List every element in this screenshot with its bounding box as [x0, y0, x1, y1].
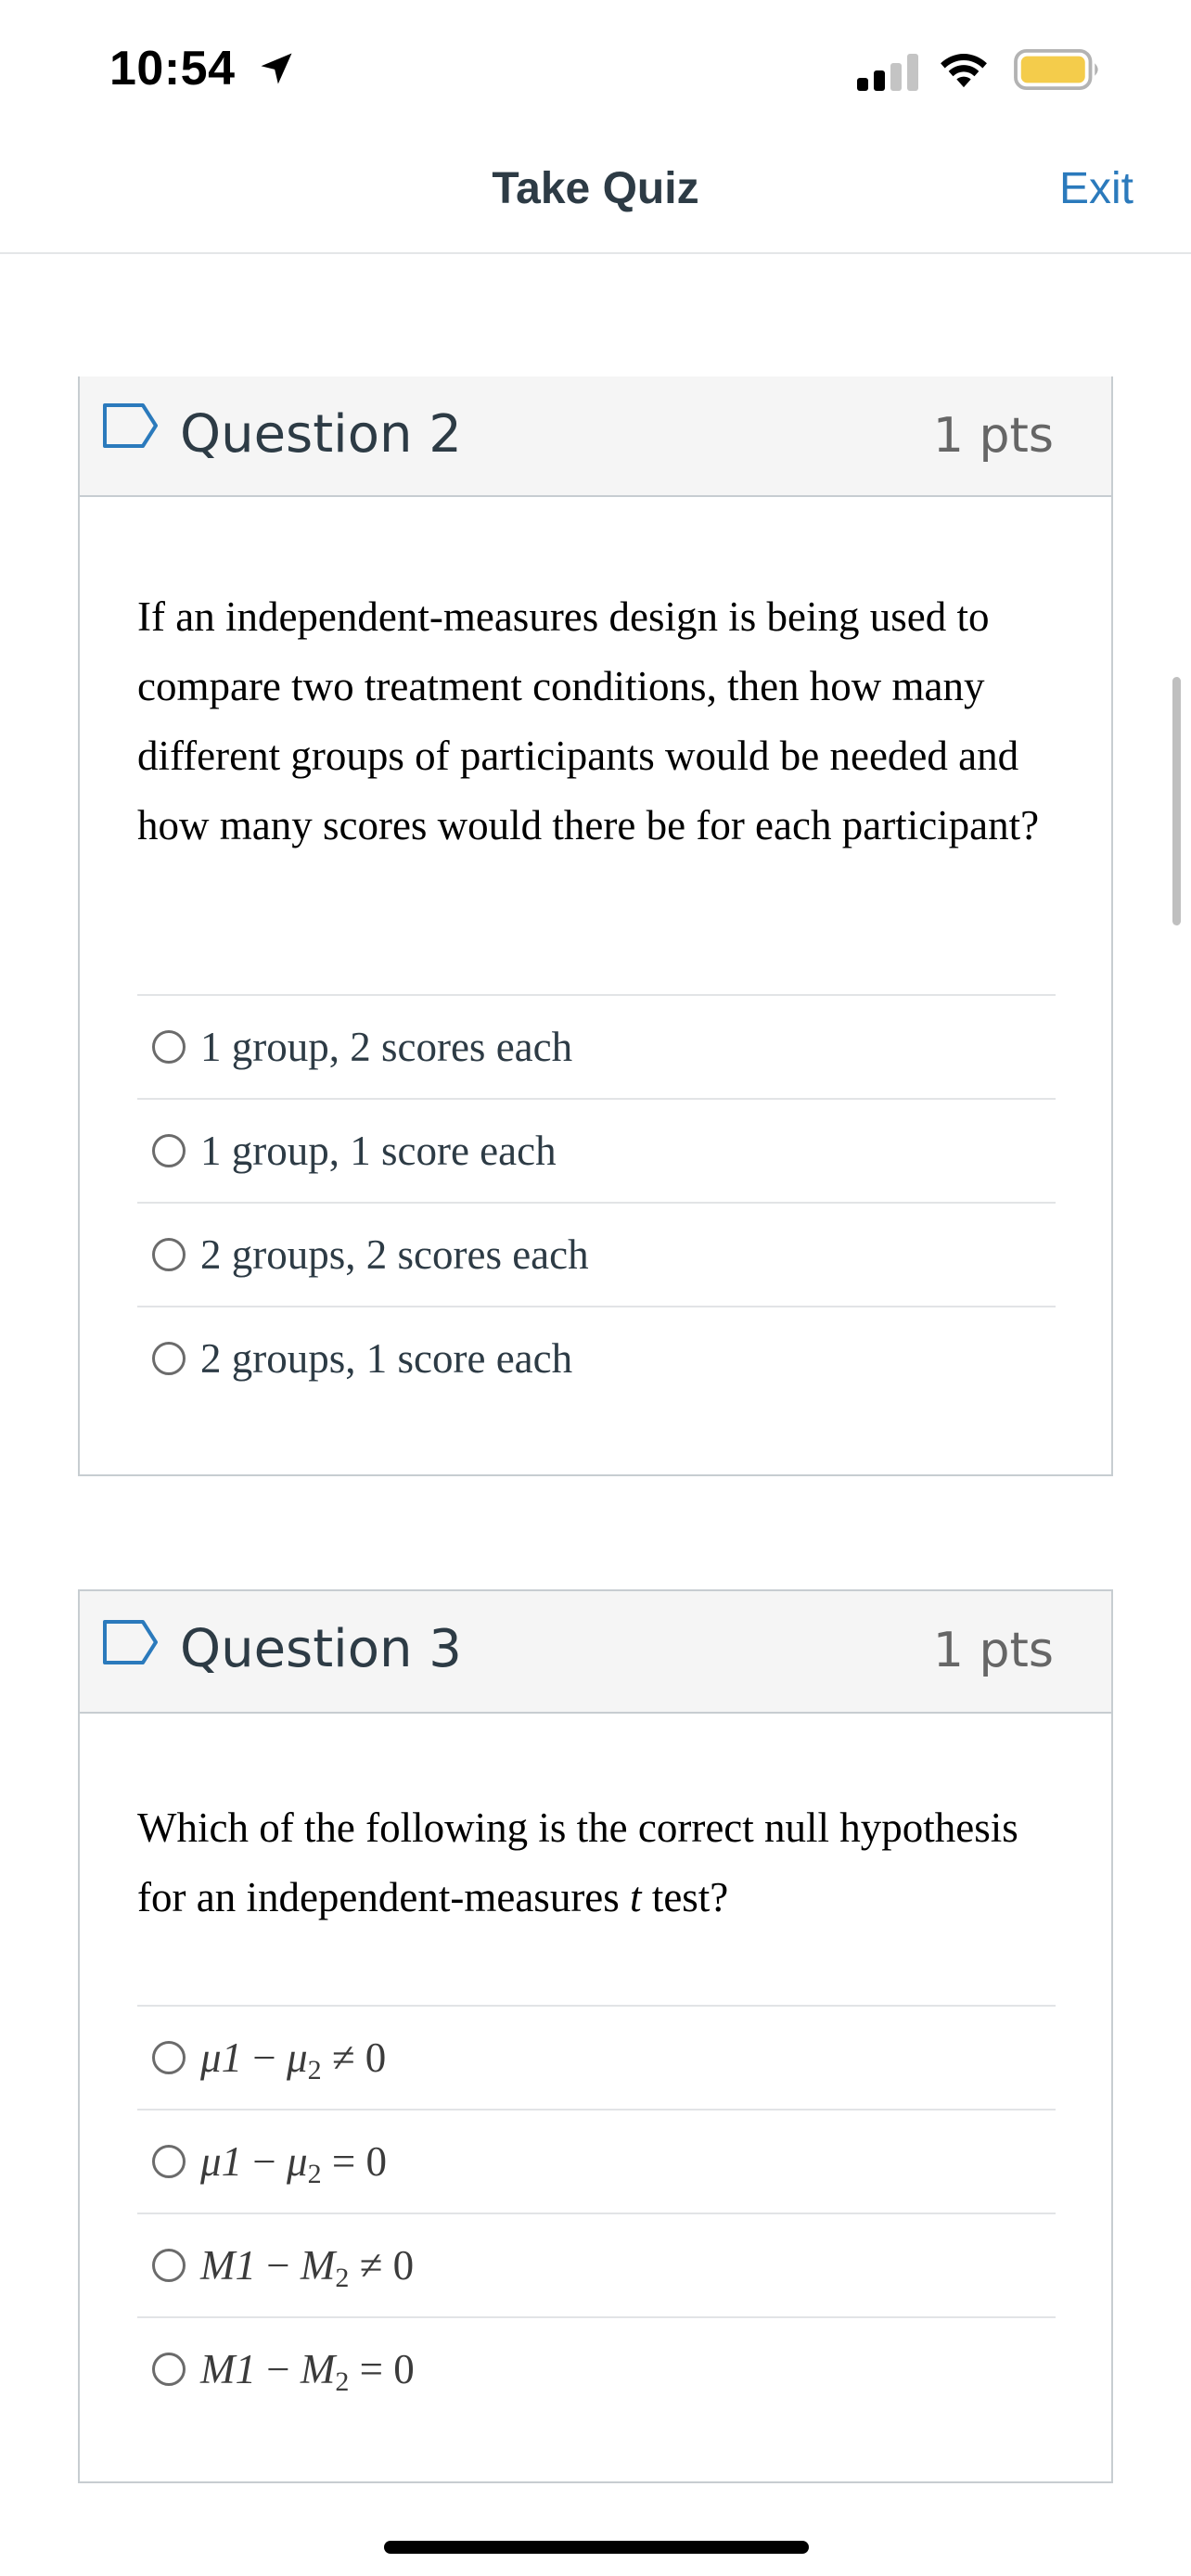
formula-relation: ≠ [331, 2034, 355, 2081]
question-points: 1 pts [932, 408, 1054, 464]
answer-option[interactable]: 2 groups, 1 score each [137, 1306, 1056, 1409]
flag-bookmark-icon[interactable] [102, 402, 160, 449]
answer-option[interactable]: μ1 − μ2 = 0 [137, 2109, 1056, 2213]
answer-label: 2 groups, 2 scores each [200, 1231, 589, 1278]
formula-subscript: 2 [307, 2159, 322, 2189]
question-title: Question 2 [180, 404, 462, 465]
formula-subscript: 2 [335, 2366, 350, 2397]
radio-button[interactable] [152, 1238, 186, 1271]
formula-term: M1 [200, 2242, 256, 2289]
answer-formula: μ1 − μ2 = 0 [200, 2137, 387, 2189]
wifi-icon [941, 54, 987, 88]
flag-bookmark-icon[interactable] [102, 1619, 160, 1665]
radio-button[interactable] [152, 2041, 186, 2074]
formula-term: M [300, 2346, 336, 2392]
formula-relation: = [359, 2346, 384, 2392]
formula-subscript: 2 [307, 2055, 322, 2085]
answer-label: 1 group, 1 score each [200, 1128, 557, 1174]
formula-relation: = [331, 2138, 356, 2185]
radio-button[interactable] [152, 2353, 186, 2386]
formula-relation: ≠ [359, 2242, 383, 2289]
exit-button[interactable]: Exit [1059, 163, 1133, 214]
formula-operator: − [252, 2138, 276, 2185]
formula-term: M1 [200, 2346, 256, 2392]
radio-button[interactable] [152, 2145, 186, 2178]
cellular-signal-icon [857, 54, 918, 91]
answer-option[interactable]: 1 group, 1 score each [137, 1098, 1056, 1202]
answer-formula: M1 − M2 ≠ 0 [200, 2241, 415, 2292]
location-arrow-icon [261, 53, 292, 84]
answer-label: 2 groups, 1 score each [200, 1335, 573, 1382]
answer-option[interactable]: 1 group, 2 scores each [137, 994, 1056, 1098]
answer-option[interactable]: 2 groups, 2 scores each [137, 1202, 1056, 1306]
question-text-part: test? [641, 1874, 729, 1920]
formula-rhs: 0 [392, 2242, 415, 2289]
answer-option[interactable]: M1 − M2 ≠ 0 [137, 2213, 1056, 2316]
formula-subscript: 2 [335, 2263, 350, 2293]
question-text-part: Which of the following is the correct nu… [137, 1804, 1018, 1920]
question-text: Which of the following is the correct nu… [137, 1793, 1065, 1932]
formula-term: M [300, 2242, 336, 2289]
answer-list: μ1 − μ2 ≠ 0 μ1 − μ2 = 0 M1 − M2 ≠ 0 M1 −… [137, 2005, 1056, 2420]
battery-icon [1014, 48, 1098, 91]
formula-term: μ [286, 2138, 308, 2185]
radio-button[interactable] [152, 2249, 186, 2282]
formula-operator: − [252, 2034, 276, 2081]
answer-option[interactable]: M1 − M2 = 0 [137, 2316, 1056, 2420]
status-time: 10:54 [109, 42, 236, 96]
answer-option[interactable]: μ1 − μ2 ≠ 0 [137, 2005, 1056, 2109]
formula-rhs: 0 [393, 2346, 415, 2392]
scrollbar[interactable] [1172, 677, 1181, 925]
formula-operator: − [266, 2346, 290, 2392]
question-card-2: Question 2 1 pts If an independent-measu… [78, 376, 1113, 1476]
question-header: Question 3 1 pts [80, 1591, 1111, 1714]
answer-formula: M1 − M2 = 0 [200, 2345, 415, 2396]
answer-list: 1 group, 2 scores each 1 group, 1 score … [137, 994, 1056, 1409]
formula-term: μ1 [200, 2034, 243, 2081]
question-text: If an independent-measures design is bei… [137, 593, 1040, 848]
question-points: 1 pts [932, 1623, 1054, 1678]
radio-button[interactable] [152, 1342, 186, 1375]
question-card-3: Question 3 1 pts Which of the following … [78, 1589, 1113, 2483]
question-title: Question 3 [180, 1619, 462, 1679]
formula-term: μ [286, 2034, 308, 2081]
answer-formula: μ1 − μ2 ≠ 0 [200, 2034, 387, 2085]
formula-operator: − [266, 2242, 290, 2289]
formula-rhs: 0 [365, 2138, 387, 2185]
radio-button[interactable] [152, 1030, 186, 1064]
question-header: Question 2 1 pts [80, 376, 1111, 497]
formula-rhs: 0 [365, 2034, 387, 2081]
radio-button[interactable] [152, 1134, 186, 1167]
page-title: Take Quiz [492, 164, 699, 213]
nav-divider [0, 252, 1191, 254]
formula-term: μ1 [200, 2138, 243, 2185]
answer-label: 1 group, 2 scores each [200, 1024, 573, 1070]
question-text-italic: t [630, 1874, 642, 1920]
home-indicator[interactable] [384, 2541, 809, 2554]
